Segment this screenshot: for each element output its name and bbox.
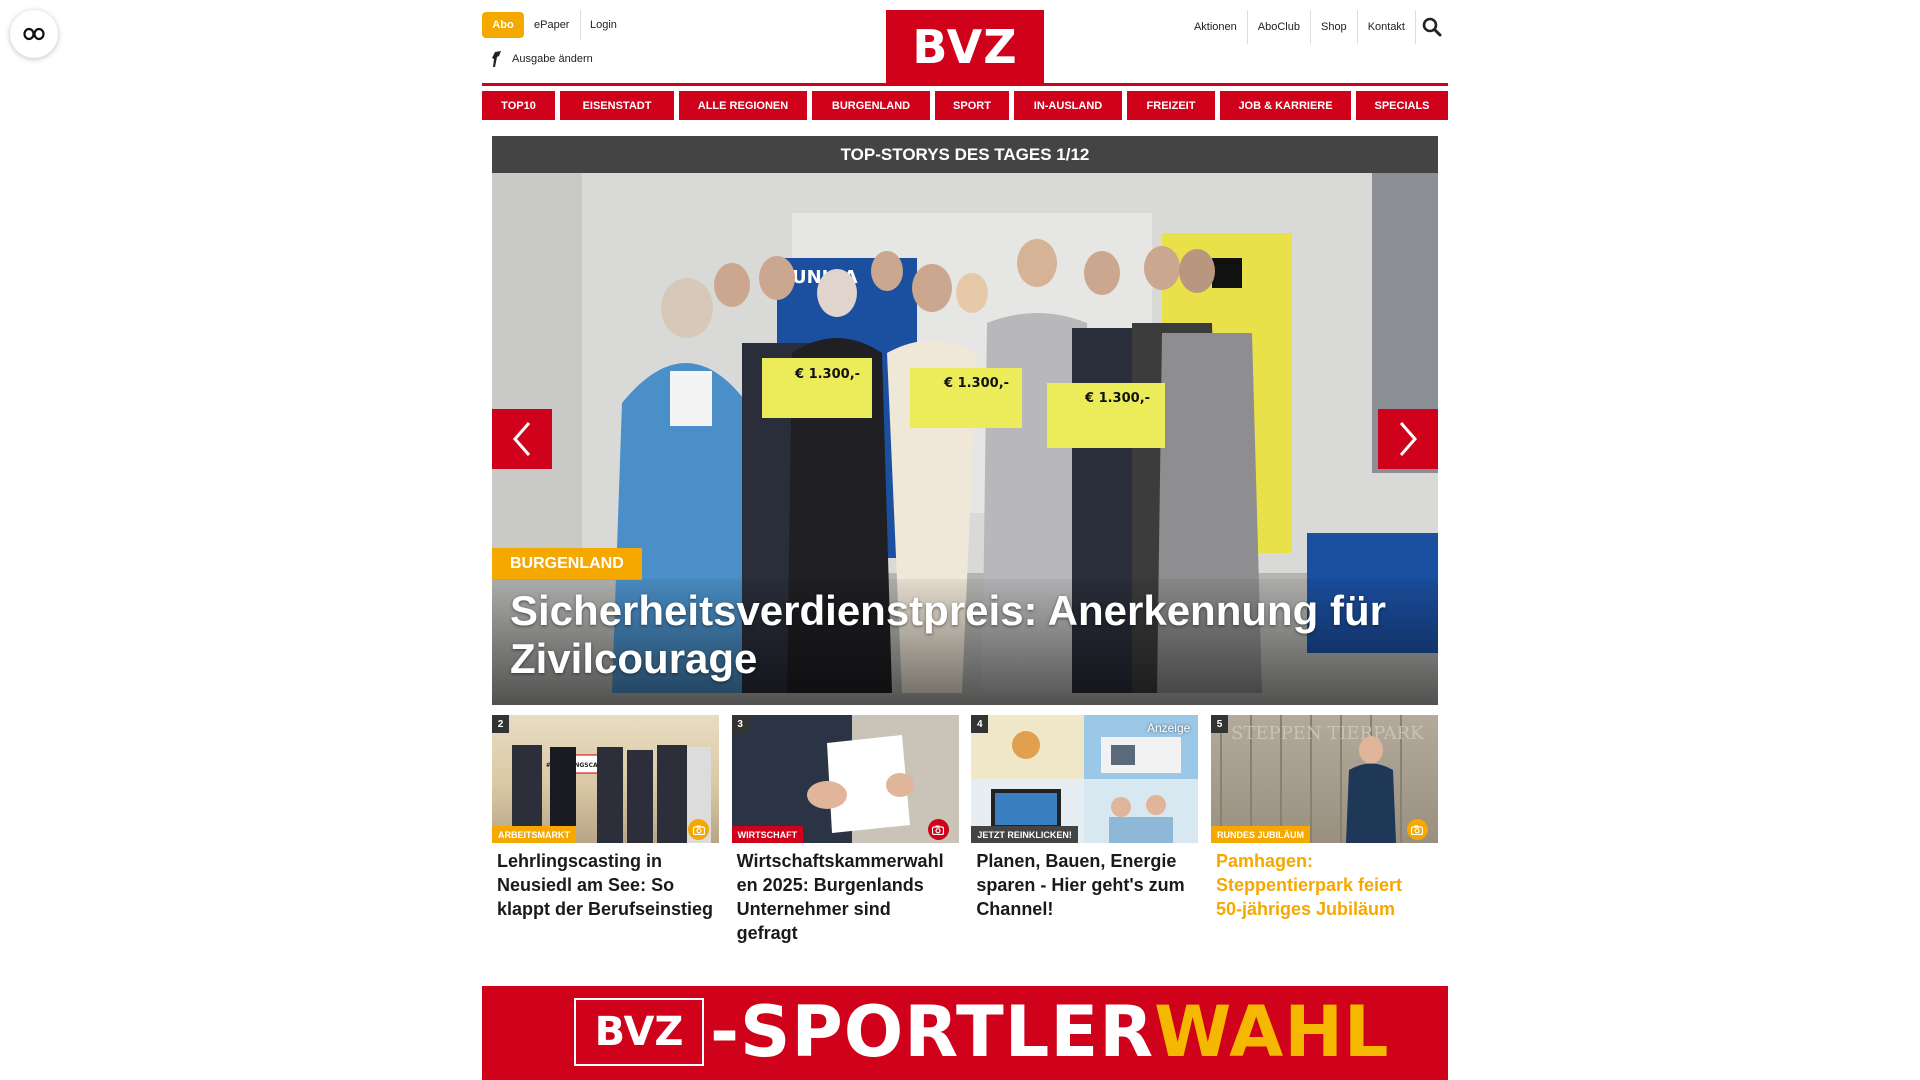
- slider-prev-button[interactable]: [492, 409, 552, 469]
- story-rank: 3: [731, 715, 749, 733]
- banner-headline: -SPORTLERWAHL: [710, 992, 1390, 1072]
- search-icon: [1422, 17, 1442, 37]
- divider: [580, 10, 581, 40]
- slider-next-button[interactable]: [1378, 409, 1438, 469]
- gallery-badge: [1406, 819, 1428, 840]
- story-photo: #LEHRLINGSCASTING: [512, 745, 711, 843]
- hero-title-overlay: Sicherheitsverdienstpreis: Anerkennung f…: [492, 579, 1438, 705]
- story-card-image: STEPPEN TIERPARK 5 RUNDES JUBILÄUM: [1210, 715, 1438, 843]
- ausgabe-label: Ausgabe ändern: [512, 53, 593, 65]
- banner-text-white: -SPORTLER: [710, 991, 1155, 1073]
- gallery-badge: [927, 819, 949, 840]
- search-button[interactable]: [1416, 10, 1448, 44]
- nav-item-sport[interactable]: SPORT: [935, 91, 1009, 120]
- story-rank: 4: [971, 715, 989, 733]
- nav-item-freizeit[interactable]: FREIZEIT: [1127, 91, 1215, 120]
- aktionen-link[interactable]: Aktionen: [1184, 10, 1248, 44]
- nav-item-burgenland[interactable]: BURGENLAND: [812, 91, 930, 120]
- bvz-logo[interactable]: BVZ: [886, 10, 1044, 84]
- abo-button[interactable]: Abo: [482, 12, 524, 38]
- story-rank: 2: [492, 715, 509, 733]
- tierpark-sign-text: STEPPEN TIERPARK: [1231, 723, 1424, 744]
- nav-item-top10[interactable]: TOP10: [482, 91, 555, 120]
- site-header: Abo ePaper Login Ausgabe ändern BVZ Akti…: [482, 0, 1448, 86]
- main-nav: TOP10 EISENSTADT ALLE REGIONEN BURGENLAN…: [482, 91, 1448, 120]
- check-amount-2: € 1.300,-: [943, 376, 1009, 391]
- hero-headline[interactable]: Sicherheitsverdienstpreis: Anerkennung f…: [510, 587, 1398, 683]
- login-link[interactable]: Login: [590, 12, 617, 38]
- story-photo: STEPPEN TIERPARK: [1219, 715, 1424, 843]
- advertisement-badge: Anzeige: [1146, 721, 1191, 735]
- epaper-link[interactable]: ePaper: [534, 12, 569, 38]
- aboclub-link[interactable]: AboClub: [1248, 10, 1311, 44]
- story-category-tag[interactable]: WIRTSCHAFT: [731, 826, 804, 843]
- check-amount-1: € 1.300,-: [794, 367, 860, 382]
- reader-mode-button[interactable]: [10, 10, 58, 58]
- story-category-tag[interactable]: RUNDES JUBILÄUM: [1210, 826, 1310, 843]
- story-photo: [731, 715, 959, 843]
- story-rank: 5: [1210, 715, 1228, 733]
- story-card-image: Anzeige 4 JETZT REINKLICKEN!: [971, 715, 1199, 843]
- sportlerwahl-banner[interactable]: BVZ -SPORTLERWAHL: [482, 986, 1448, 1080]
- chevron-right-icon: [1399, 422, 1417, 456]
- story-category-tag[interactable]: JETZT REINKLICKEN!: [971, 826, 1078, 843]
- story-card-image: 3 WIRTSCHAFT: [731, 715, 959, 843]
- reader-mode-icon: [23, 27, 45, 41]
- story-cards: #LEHRLINGSCASTING 2 ARBEITSMARKT Lehrlin…: [492, 715, 1438, 945]
- hero-image[interactable]: UNIQA: [492, 173, 1438, 705]
- story-title[interactable]: Planen, Bauen, Energie sparen - Hier geh…: [971, 849, 1198, 921]
- chevron-left-icon: [513, 422, 531, 456]
- shop-link[interactable]: Shop: [1311, 10, 1358, 44]
- edition-switch-icon: [492, 51, 501, 67]
- nav-item-job-karriere[interactable]: JOB & KARRIERE: [1220, 91, 1351, 120]
- story-card[interactable]: #LEHRLINGSCASTING 2 ARBEITSMARKT Lehrlin…: [492, 715, 719, 945]
- header-right-links: Aktionen AboClub Shop Kontakt: [1184, 10, 1448, 44]
- nav-item-alle-regionen[interactable]: ALLE REGIONEN: [679, 91, 807, 120]
- story-card[interactable]: Anzeige 4 JETZT REINKLICKEN! Planen, Bau…: [971, 715, 1199, 945]
- ausgabe-aendern-link[interactable]: Ausgabe ändern: [490, 50, 593, 68]
- hero-category-tag[interactable]: BURGENLAND: [492, 548, 642, 580]
- story-category-tag[interactable]: ARBEITSMARKT: [492, 826, 576, 843]
- story-card-image: #LEHRLINGSCASTING 2 ARBEITSMARKT: [492, 715, 719, 843]
- camera-icon: [1411, 825, 1424, 835]
- camera-icon: [692, 825, 705, 835]
- story-card[interactable]: 3 WIRTSCHAFT Wirtschaftskammerwahl en 20…: [731, 715, 959, 945]
- slider-title: TOP-STORYS DES TAGES 1/12: [492, 136, 1438, 173]
- gallery-badge: [688, 819, 709, 840]
- top-stories-slider: TOP-STORYS DES TAGES 1/12 UNIQA: [492, 136, 1438, 705]
- banner-bvz-logo: BVZ: [574, 998, 704, 1066]
- story-title[interactable]: Wirtschaftskammerwahl en 2025: Burgenlan…: [732, 849, 959, 945]
- camera-icon: [932, 825, 945, 835]
- kontakt-link[interactable]: Kontakt: [1358, 10, 1416, 44]
- story-title[interactable]: Pamhagen: Steppentierpark feiert 50-jähr…: [1211, 849, 1438, 921]
- page-container: Abo ePaper Login Ausgabe ändern BVZ Akti…: [482, 0, 1448, 1080]
- story-title[interactable]: Lehrlingscasting in Neusiedl am See: So …: [492, 849, 719, 921]
- check-amount-3: € 1.300,-: [1084, 391, 1150, 406]
- nav-item-specials[interactable]: SPECIALS: [1356, 91, 1448, 120]
- banner-text-yellow: WAHL: [1154, 991, 1390, 1073]
- nav-item-eisenstadt[interactable]: EISENSTADT: [560, 91, 674, 120]
- story-card[interactable]: STEPPEN TIERPARK 5 RUNDES JUBILÄUM Pamha…: [1210, 715, 1438, 945]
- nav-item-in-ausland[interactable]: IN-AUSLAND: [1014, 91, 1122, 120]
